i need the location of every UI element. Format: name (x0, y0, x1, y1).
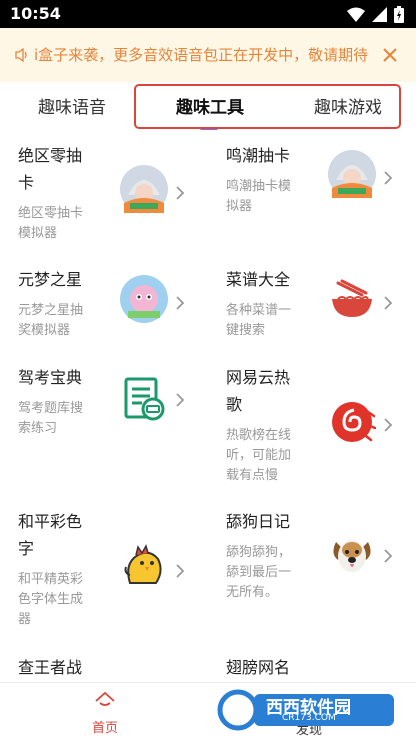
notice-bar: i盒子来袭，更多音效语音包正在开发中，敬请期待 (0, 28, 416, 82)
tool-item-title-line: 元梦之星 (18, 270, 83, 289)
speaker-icon (14, 47, 30, 67)
tool-item-desc-line: 元梦之星抽 (18, 303, 84, 318)
watermark-logo: 西西软件园 CR173.COM (216, 688, 396, 732)
tool-item-title: 菜谱大全 (226, 266, 306, 293)
tool-item-title: 绝区零抽卡 (18, 142, 98, 196)
tool-item-title-line: 字 (18, 539, 35, 558)
tool-item-title-line: 驾考宝典 (18, 368, 83, 387)
tool-item-desc-line: 舔到最后一 (226, 565, 292, 580)
chevron-right-icon[interactable] (383, 548, 393, 564)
anime-character-icon (120, 165, 168, 213)
status-bar: 10:54 (0, 0, 416, 28)
tool-item-title-line: 和平彩色 (18, 512, 83, 531)
tool-item-desc-line: 鸣潮抽卡模 (226, 179, 292, 194)
nav-home[interactable]: 首页 (88, 691, 122, 736)
tool-item-desc-line: 模拟器 (18, 226, 58, 241)
signal-icon (372, 6, 387, 23)
tool-item-desc-line: 热歌榜在线 (226, 428, 292, 443)
wifi-icon (347, 7, 365, 23)
tool-item-desc-line: 各种菜谱一 (226, 303, 292, 318)
tool-item-desc-line: 无所有。 (226, 585, 279, 600)
chevron-right-icon[interactable] (175, 392, 185, 408)
tool-item-desc: 和平精英彩色字体生成器 (18, 570, 98, 630)
netease-music-icon (328, 398, 377, 446)
noodle-bowl-icon (328, 275, 376, 323)
battery-icon (394, 6, 404, 23)
chevron-right-icon[interactable] (383, 170, 393, 186)
tab-bar: 趣味语音 趣味工具 趣味游戏 (0, 82, 416, 130)
exam-document-icon (120, 375, 168, 423)
tool-item-title: 和平彩色字 (18, 508, 98, 562)
nav-home-label: 首页 (91, 721, 118, 736)
tool-item-desc-line: 索练习 (18, 421, 58, 436)
chicken-icon (120, 543, 168, 591)
tool-item-title: 驾考宝典 (18, 364, 98, 391)
tool-item-title-line: 菜谱大全 (226, 270, 291, 289)
tool-item-title-line: 翅膀网名 (226, 658, 291, 677)
tool-item-desc-line: 色字体生成 (18, 592, 84, 607)
tool-item-title-line: 绝区零抽 (18, 146, 83, 165)
tool-item-desc-line: 和平精英彩 (18, 572, 84, 587)
dog-icon (328, 530, 376, 578)
tool-item-title-line: 卡 (18, 173, 35, 192)
tool-item-desc: 热歌榜在线听，可能加载有点慢 (226, 426, 306, 486)
tool-item-desc: 舔狗舔狗， 舔到最后一无所有。 (226, 543, 306, 603)
tool-item-desc: 各种菜谱一 键搜索 (226, 301, 306, 341)
watermark-url: CR173.COM (282, 713, 336, 723)
chevron-right-icon[interactable] (175, 185, 185, 201)
tool-item-desc-line: 器 (18, 612, 32, 627)
tool-item-title-line: 舔狗日记 (226, 512, 291, 531)
chevron-right-icon[interactable] (383, 417, 393, 433)
tool-item-desc-line: 载有点慢 (226, 468, 279, 483)
close-icon[interactable] (382, 47, 398, 63)
tab-highlight-box (134, 84, 401, 129)
status-time: 10:54 (10, 4, 61, 23)
tool-item-desc-line: 键搜索 (226, 323, 266, 338)
tool-item-desc-line: 绝区零抽卡 (18, 206, 84, 221)
tool-item-desc-line: 舔狗舔狗， (226, 545, 292, 560)
tool-item-title: 舔狗日记 (226, 508, 306, 535)
tool-item-title: 鸣潮抽卡 (226, 142, 306, 169)
tab-fun-voice[interactable]: 趣味语音 (38, 93, 106, 118)
home-icon (95, 691, 115, 706)
tool-item-title: 元梦之星 (18, 266, 98, 293)
tool-item-desc: 驾考题库搜 索练习 (18, 399, 98, 439)
tool-item-title: 网易云热歌 (226, 364, 306, 418)
tool-item-desc-line: 驾考题库搜 (18, 401, 84, 416)
tool-item-title-line: 网易云热 (226, 368, 291, 387)
tool-item-title-line: 鸣潮抽卡 (226, 146, 291, 165)
tool-item-desc: 绝区零抽卡 模拟器 (18, 204, 98, 244)
game-character-icon (120, 275, 168, 323)
tool-item-desc-line: 奖模拟器 (18, 323, 71, 338)
tool-item-desc-line: 听，可能加 (226, 448, 292, 463)
tool-item-title: 查王者战 (18, 654, 98, 681)
tool-item-title-line: 歌 (226, 395, 243, 414)
anime-character-icon (328, 150, 376, 198)
tool-item-title-line: 查王者战 (18, 658, 83, 677)
chevron-right-icon[interactable] (383, 295, 393, 311)
tool-item-desc-line: 拟器 (226, 199, 253, 214)
notice-text: i盒子来袭，更多音效语音包正在开发中，敬请期待 (34, 46, 369, 64)
tool-item-desc: 元梦之星抽 奖模拟器 (18, 301, 98, 341)
tool-item-title: 翅膀网名 (226, 654, 306, 681)
tool-item-desc: 鸣潮抽卡模 拟器 (226, 177, 306, 217)
chevron-right-icon[interactable] (175, 563, 185, 579)
chevron-right-icon[interactable] (175, 295, 185, 311)
